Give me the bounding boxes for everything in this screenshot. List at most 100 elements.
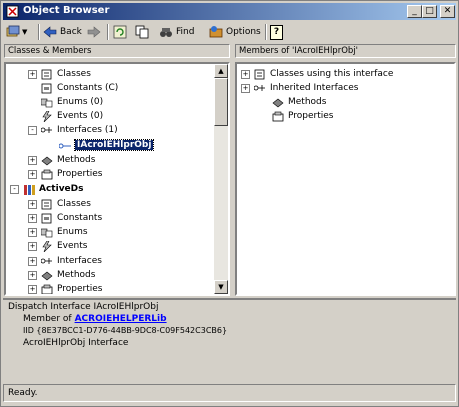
tree-item[interactable]: - ActiveDs xyxy=(10,182,84,196)
classes-members-tree[interactable]: + Classes Constants (C) Enums (0) Events (0)… xyxy=(4,62,230,296)
libraries-dropdown[interactable]: ▼ xyxy=(6,23,27,41)
classes-icon xyxy=(41,199,52,209)
expand-toggle[interactable]: + xyxy=(28,199,37,209)
scroll-down-button[interactable]: ▼ xyxy=(214,280,228,294)
expand-toggle[interactable]: + xyxy=(28,241,37,251)
tree-item[interactable]: Methods xyxy=(259,95,326,109)
tree-item-label: Methods xyxy=(288,97,327,107)
properties-icon xyxy=(272,111,284,121)
interface-item-icon xyxy=(59,143,71,148)
expand-toggle[interactable]: + xyxy=(28,213,37,223)
tree-item-label: Interfaces xyxy=(57,256,102,266)
tree-item[interactable]: + Inherited Interfaces xyxy=(241,81,358,95)
title-bar[interactable]: Object Browser _ □ ✕ xyxy=(3,3,456,20)
options-icon xyxy=(209,26,223,38)
tree-item-label: Methods xyxy=(57,155,96,165)
collapse-toggle[interactable]: - xyxy=(28,125,37,135)
methods-icon xyxy=(41,156,53,165)
tree-item-label: Events (0) xyxy=(57,111,104,121)
tree-item[interactable]: IAcroIEHlprObj xyxy=(46,138,155,152)
enums-icon xyxy=(41,228,53,237)
binoculars-icon xyxy=(160,28,172,37)
tree-item[interactable]: + Methods xyxy=(28,153,95,167)
tree-item[interactable]: Properties xyxy=(259,109,333,123)
tree-item[interactable]: + Enums xyxy=(28,225,88,239)
expand-toggle[interactable]: + xyxy=(28,270,37,280)
object-browser-window: Object Browser _ □ ✕ ▼ Back Find Options… xyxy=(0,0,459,407)
toolbar-separator xyxy=(265,24,267,40)
copy-button[interactable] xyxy=(135,23,149,41)
tree-item-label: Properties xyxy=(288,111,334,121)
collapse-toggle[interactable]: - xyxy=(10,184,19,194)
toolbar-separator xyxy=(107,24,109,40)
iid-line: IID {8E37BCC1-D776-44BB-9DC8-C09F542C3CB… xyxy=(23,326,228,335)
tree-item-label: Methods xyxy=(57,270,96,280)
tree-item-label: Classes xyxy=(57,199,91,209)
expand-toggle[interactable]: + xyxy=(28,256,37,266)
vertical-scrollbar[interactable]: ▲ ▼ xyxy=(214,64,228,294)
maximize-button[interactable]: □ xyxy=(422,5,437,18)
find-label: Find xyxy=(176,27,195,37)
interfaces-icon xyxy=(254,84,265,91)
classes-icon xyxy=(41,69,52,79)
tree-item[interactable]: + Methods xyxy=(28,268,95,282)
tree-item-label: Properties xyxy=(57,169,103,179)
tree-item[interactable]: + Properties xyxy=(28,282,102,294)
members-tree[interactable]: + Classes using this interface + Inherited … xyxy=(235,62,456,296)
expand-toggle[interactable]: + xyxy=(28,227,37,237)
classes-icon xyxy=(254,69,265,79)
tree-item[interactable]: - Interfaces (1) xyxy=(28,123,118,137)
properties-icon xyxy=(41,169,53,179)
tree-item-label: Constants xyxy=(57,213,103,223)
interfaces-icon xyxy=(41,126,52,133)
expand-toggle[interactable]: + xyxy=(28,155,37,165)
find-button[interactable]: Find xyxy=(159,23,194,41)
minimize-button[interactable]: _ xyxy=(407,5,422,18)
expand-toggle[interactable]: + xyxy=(28,284,37,294)
tree-item[interactable]: Constants (C) xyxy=(28,81,118,95)
member-of-prefix: Member of xyxy=(23,314,72,324)
tree-item-label: Constants (C) xyxy=(57,83,119,93)
right-pane-header: Members of 'IAcroIEHlprObj' xyxy=(235,44,456,58)
close-button[interactable]: ✕ xyxy=(440,5,455,18)
tree-item[interactable]: + Interfaces xyxy=(28,254,102,268)
expand-toggle[interactable]: + xyxy=(28,169,37,179)
tree-item-label: Enums (0) xyxy=(57,97,104,107)
tree-item-label: Enums xyxy=(57,227,88,237)
tree-item-label: Inherited Interfaces xyxy=(270,83,359,93)
help-button[interactable]: ? xyxy=(270,23,283,41)
methods-icon xyxy=(41,271,53,280)
events-icon xyxy=(42,110,52,122)
scroll-thumb[interactable] xyxy=(214,78,228,126)
tree-item-label: Classes using this interface xyxy=(270,69,394,79)
tree-item[interactable]: + Events xyxy=(28,239,87,253)
status-bar: Ready. xyxy=(3,384,456,402)
tree-item[interactable]: Enums (0) xyxy=(28,95,103,109)
back-button[interactable]: Back xyxy=(43,23,82,41)
constants-icon xyxy=(41,213,52,223)
forward-arrow-icon xyxy=(87,26,101,38)
tree-item[interactable]: Events (0) xyxy=(28,109,103,123)
tree-item[interactable]: + Constants xyxy=(28,211,102,225)
member-of-link[interactable]: ACROIEHELPERLib xyxy=(75,314,167,324)
tree-item-label: IAcroIEHlprObj xyxy=(73,139,155,151)
window-title: Object Browser xyxy=(23,5,110,16)
expand-toggle[interactable]: + xyxy=(28,69,37,79)
scroll-up-button[interactable]: ▲ xyxy=(214,64,228,78)
libraries-icon xyxy=(6,25,20,37)
tree-item[interactable]: + Properties xyxy=(28,167,102,181)
options-button[interactable]: Options xyxy=(209,23,261,41)
refresh-icon xyxy=(113,25,127,39)
enums-icon xyxy=(41,98,53,107)
help-icon: ? xyxy=(270,24,283,40)
tree-item[interactable]: + Classes xyxy=(28,197,91,211)
copy-icon xyxy=(135,25,149,39)
expand-toggle[interactable]: + xyxy=(241,83,250,93)
options-label: Options xyxy=(226,27,261,37)
expand-toggle[interactable]: + xyxy=(241,69,250,79)
tree-item[interactable]: + Classes xyxy=(28,67,91,81)
refresh-button[interactable] xyxy=(113,23,127,41)
tree-item[interactable]: + Classes using this interface xyxy=(241,67,393,81)
methods-icon xyxy=(272,98,284,107)
forward-button[interactable] xyxy=(87,23,101,41)
